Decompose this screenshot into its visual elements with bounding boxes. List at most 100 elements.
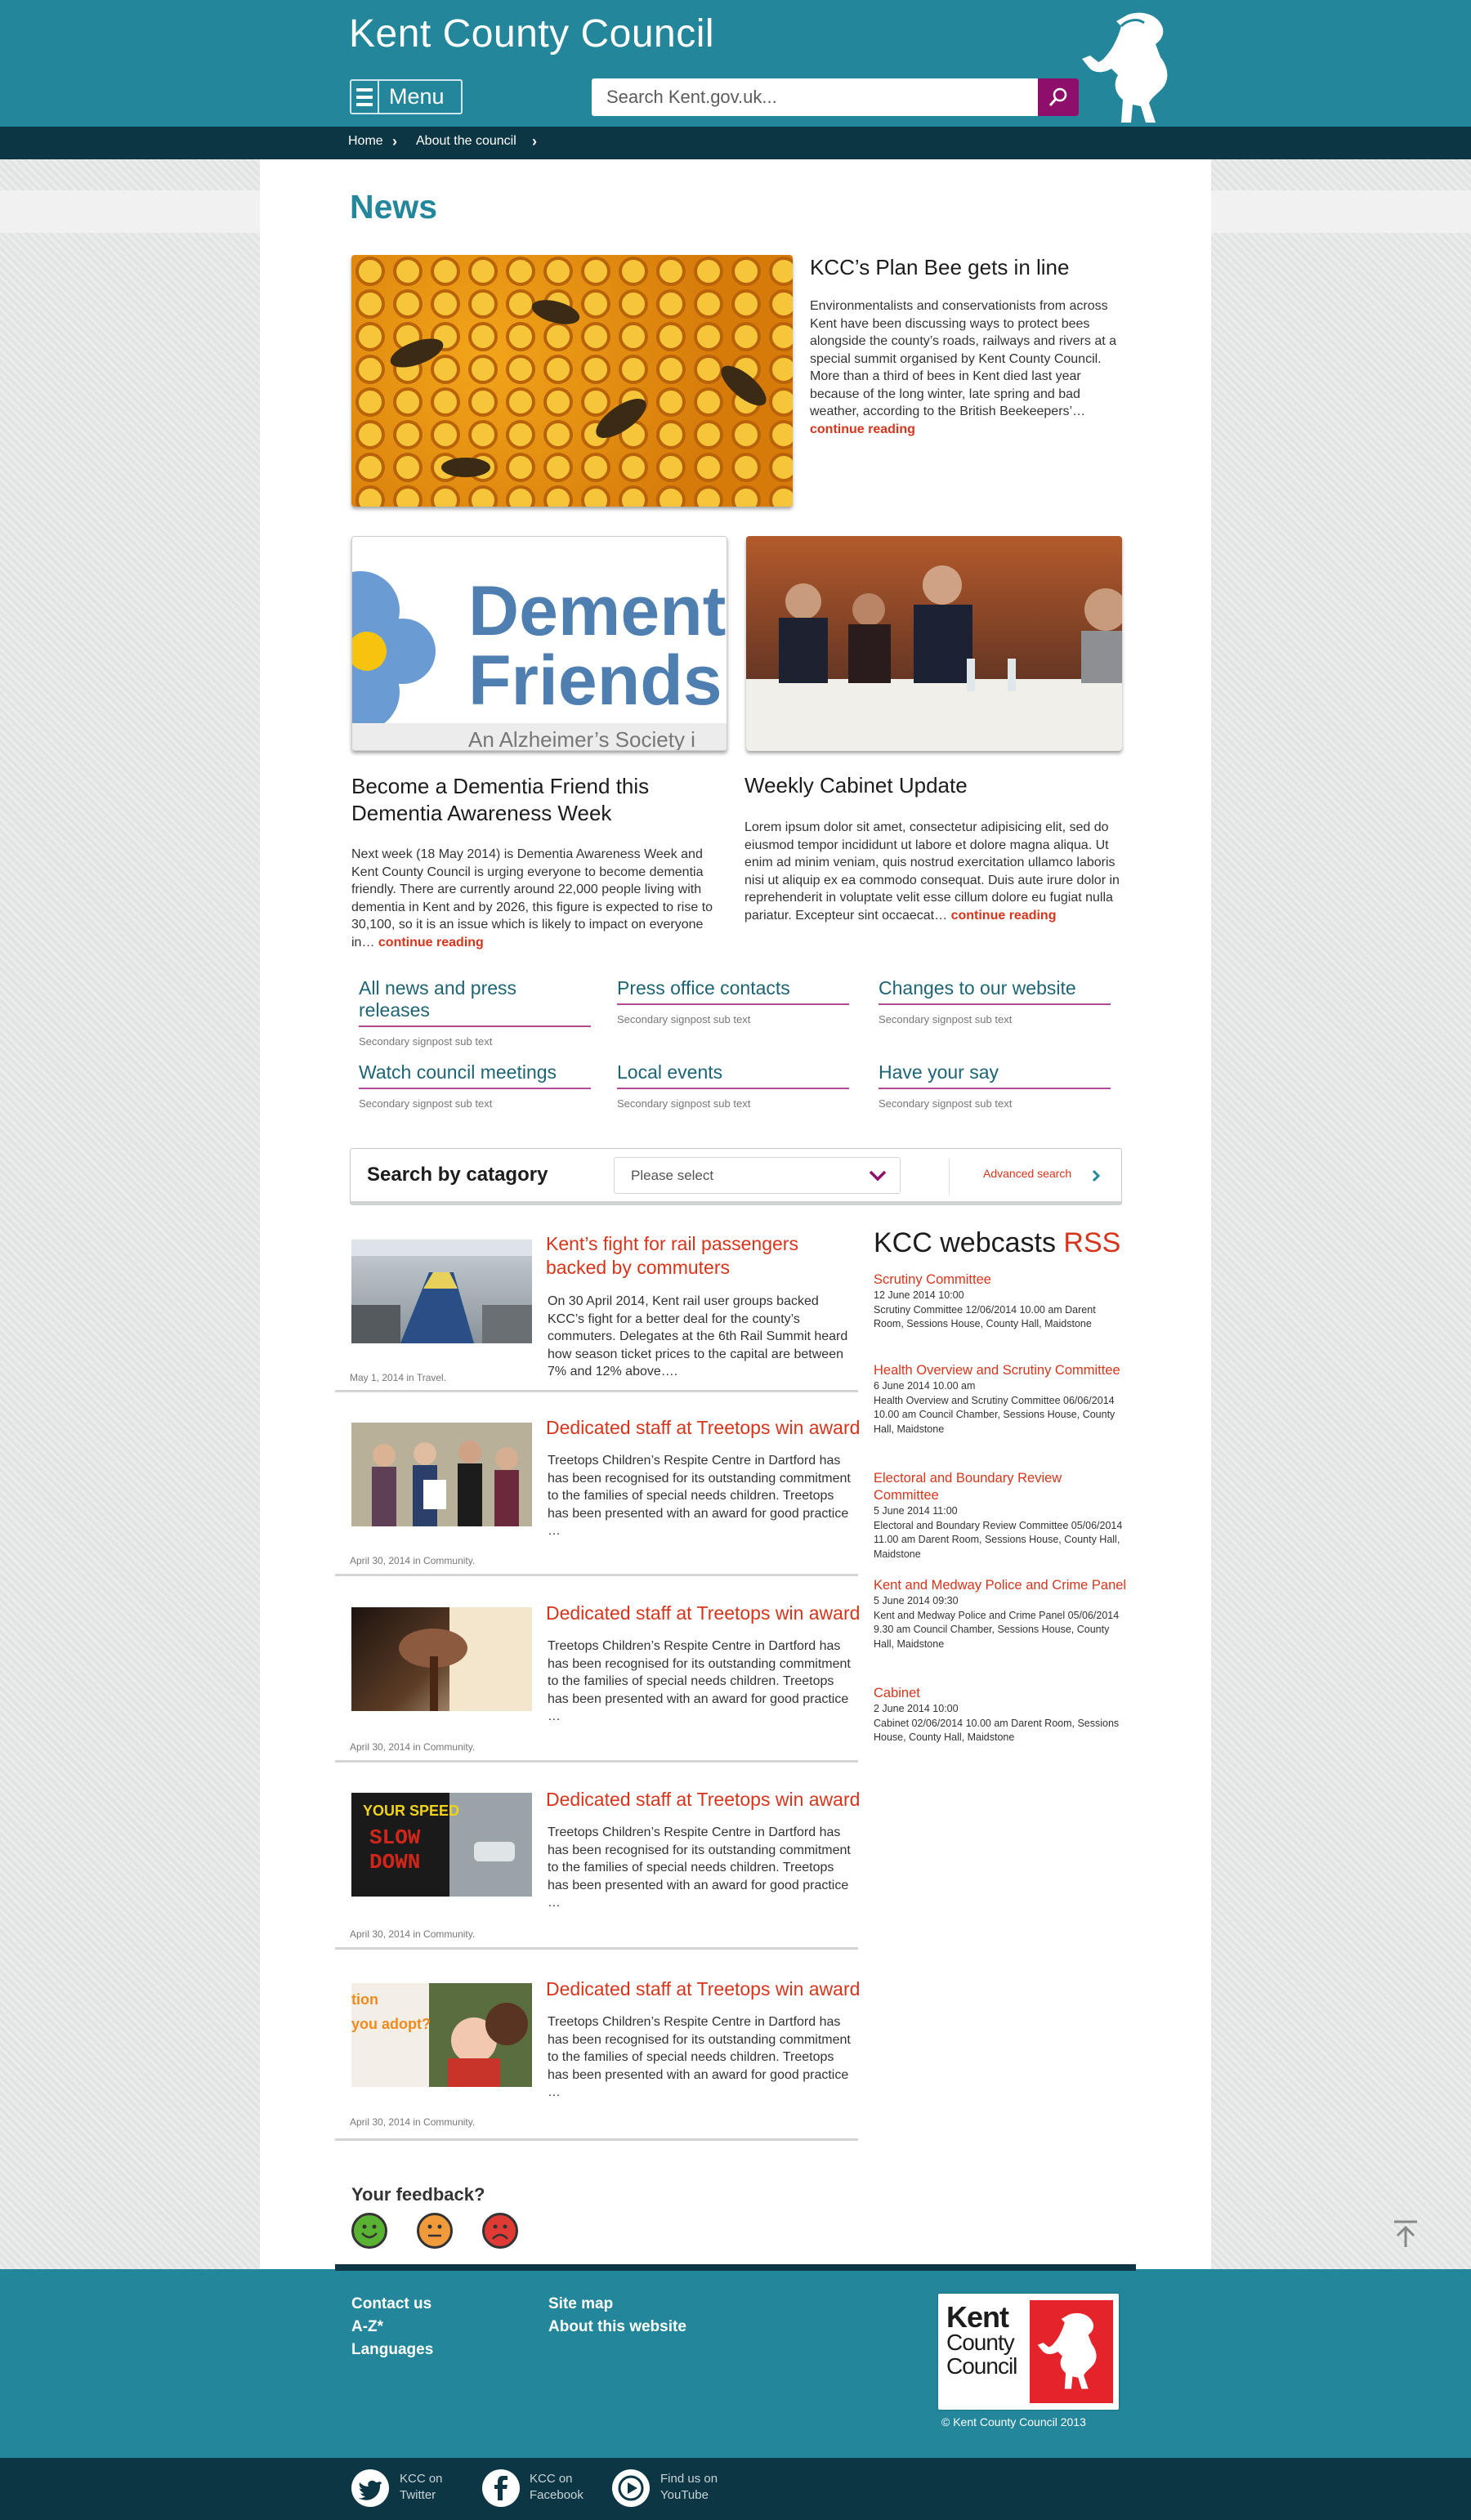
news-meta: April 30, 2014 in Community. [350,1741,476,1753]
news-thumb-staff[interactable] [351,1423,532,1526]
feature-image-bees[interactable] [351,255,793,507]
divider [949,1159,950,1195]
breadcrumb-about[interactable]: About the council [416,134,516,149]
twitter-icon[interactable] [351,2469,389,2507]
category-search-bar: Search by catagory Please select Advance… [350,1148,1122,1205]
site-search [592,78,1079,116]
webcast-item: Cabinet 2 June 2014 10:00 Cabinet 02/06/20… [874,1685,1127,1745]
menu-button[interactable]: Menu [350,79,463,114]
footer-link-languages[interactable]: Languages [351,2341,433,2359]
svg-text:YOUR SPEED: YOUR SPEED [363,1803,459,1819]
cabinet-body: Lorem ipsum dolor sit amet, consectetur … [744,820,1120,923]
youtube-icon[interactable] [612,2469,650,2507]
footer-link-az[interactable]: A-Z* [351,2318,383,2336]
kent-horse-icon [1082,12,1168,123]
signpost-have-your-say[interactable]: Have your say Secondary signpost sub text [879,1061,1111,1110]
webcast-item: Electoral and Boundary Review Committee 5… [874,1470,1127,1562]
divider [335,1947,858,1950]
social-youtube-label[interactable]: Find us on YouTube [660,2471,718,2504]
news-thumb-train[interactable] [351,1240,532,1343]
kcc-logo: Kent County Council [938,2294,1119,2410]
svg-text:DOWN: DOWN [369,1850,420,1874]
page-title: News [350,188,438,226]
news-body: Treetops Children’s Respite Centre in Da… [548,1825,851,1910]
honeycomb-image [351,255,793,507]
webcast-item: Scrutiny Committee 12 June 2014 10:00 Scru… [874,1271,1127,1332]
category-search-label: Search by catagory [367,1164,548,1186]
news-thumb-speed-sign[interactable]: YOUR SPEED SLOW DOWN [351,1793,532,1897]
news-title[interactable]: Dedicated staff at Treetops win award [546,1788,860,1812]
svg-text:Dementia: Dementia [468,572,727,650]
footer-link-contact[interactable]: Contact us [351,2295,431,2313]
cabinet-image[interactable] [746,536,1122,751]
staff-group-image [351,1423,532,1526]
continue-reading-link[interactable]: continue reading [951,909,1057,923]
dementia-title[interactable]: Become a Dementia Friend this Dementia A… [351,773,727,827]
category-select[interactable]: Please select [614,1157,901,1194]
cabinet-title[interactable]: Weekly Cabinet Update [744,773,968,798]
hamburger-icon [351,81,379,113]
news-thumb-adoption[interactable]: tion you adopt? [351,1983,532,2087]
news-meta: May 1, 2014 in Travel. [350,1372,447,1383]
footer-link-sitemap[interactable]: Site map [548,2295,613,2313]
svg-text:An Alzheimer’s Society i: An Alzheimer’s Society i [468,727,695,751]
dementia-logo-image: Dementia Friends An Alzheimer’s Society … [352,571,727,751]
signpost-all-news[interactable]: All news and press releases Secondary sig… [359,977,591,1048]
news-title[interactable]: Dedicated staff at Treetops win award [546,1977,860,2001]
rss-link[interactable]: RSS [1063,1227,1120,1258]
news-title[interactable]: Dedicated staff at Treetops win award [546,1416,860,1440]
search-input[interactable] [592,78,1037,116]
news-meta: April 30, 2014 in Community. [350,1928,476,1940]
back-to-top-icon[interactable] [1389,2219,1422,2249]
continue-reading-link[interactable]: continue reading [378,936,484,949]
signpost-press-contacts[interactable]: Press office contacts Secondary signpost … [617,977,849,1025]
advanced-search-link[interactable]: Advanced search [983,1167,1071,1180]
svg-text:you adopt?: you adopt? [351,2016,431,2032]
signpost-council-meetings[interactable]: Watch council meetings Secondary signpost… [359,1061,591,1110]
breadcrumb-home[interactable]: Home [348,134,383,149]
train-image [351,1240,532,1343]
menu-label: Menu [389,84,445,109]
webcast-link[interactable]: Cabinet [874,1685,1127,1702]
social-facebook-label[interactable]: KCC on Facebook [530,2471,583,2504]
news-thumb-hand[interactable] [351,1607,532,1711]
feature-title[interactable]: KCC’s Plan Bee gets in line [810,255,1069,280]
speed-sign-image: YOUR SPEED SLOW DOWN [363,1793,532,1897]
social-twitter-label[interactable]: KCC on Twitter [400,2471,443,2504]
webcast-link[interactable]: Scrutiny Committee [874,1271,1127,1289]
search-icon [1048,87,1067,106]
facebook-icon[interactable] [482,2469,520,2507]
svg-text:SLOW: SLOW [369,1825,421,1850]
news-body: Treetops Children’s Respite Centre in Da… [548,1454,851,1538]
kent-horse-icon [1030,2300,1113,2403]
copyright: © Kent County Council 2013 [941,2415,1086,2428]
continue-reading-link[interactable]: continue reading [810,422,915,436]
divider [335,1760,858,1763]
dementia-body: Next week (18 May 2014) is Dementia Awar… [351,847,713,949]
webcast-item: Health Overview and Scrutiny Committee 6 … [874,1362,1127,1436]
site-footer [0,2269,1471,2458]
webcast-item: Kent and Medway Police and Crime Panel 5 … [874,1577,1127,1650]
svg-text:tion: tion [351,1991,378,2008]
sad-face-icon[interactable] [482,2213,518,2249]
adoption-image: tion you adopt? [351,1983,532,2087]
news-title[interactable]: Dedicated staff at Treetops win award [546,1602,860,1625]
chevron-right-icon: › [532,133,537,150]
webcast-link[interactable]: Health Overview and Scrutiny Committee [874,1362,1127,1379]
neutral-face-icon[interactable] [417,2213,453,2249]
footer-link-about[interactable]: About this website [548,2318,686,2336]
news-title[interactable]: Kent’s fight for rail passengers backed … [546,1232,856,1280]
dementia-image[interactable]: Dementia Friends An Alzheimer’s Society … [351,536,727,751]
news-body: On 30 April 2014, Kent rail user groups … [548,1294,848,1378]
webcast-link[interactable]: Electoral and Boundary Review Committee [874,1470,1127,1504]
breadcrumb-bar [0,127,1471,159]
webcast-link[interactable]: Kent and Medway Police and Crime Panel [874,1577,1127,1594]
divider [335,2138,858,2141]
site-brand[interactable]: Kent County Council [349,11,714,56]
cabinet-meeting-image [746,565,1122,751]
feature-body: Environmentalists and conservationists f… [810,299,1117,436]
happy-face-icon[interactable] [351,2213,387,2249]
signpost-website-changes[interactable]: Changes to our website Secondary signpost… [879,977,1111,1025]
signpost-local-events[interactable]: Local events Secondary signpost sub text [617,1061,849,1110]
svg-text:Friends: Friends [468,641,722,720]
